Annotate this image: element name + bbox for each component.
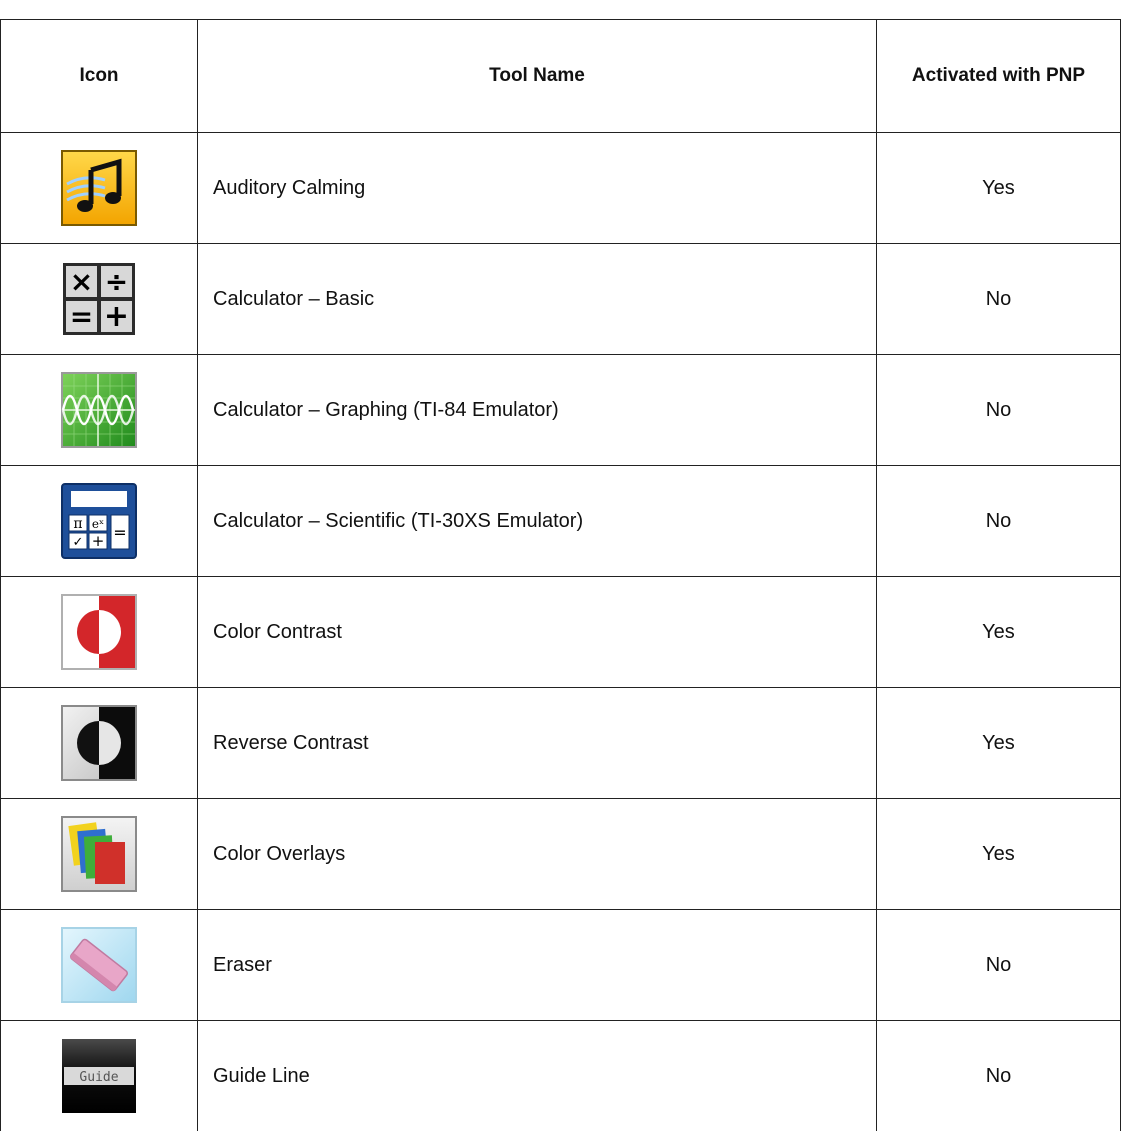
scientific-calculator-icon: π eˣ ✓ + = bbox=[61, 483, 137, 559]
basic-calculator-icon: × ÷ = + bbox=[61, 261, 137, 337]
basic-divide-text: ÷ bbox=[105, 265, 128, 298]
basic-equals-text: = bbox=[70, 300, 93, 333]
header-activated: Activated with PNP bbox=[877, 20, 1121, 133]
basic-times-text: × bbox=[70, 265, 93, 298]
table-row: π eˣ ✓ + = Calculator – Scientific (TI-3… bbox=[1, 466, 1121, 577]
activated-value: Yes bbox=[877, 688, 1121, 799]
activated-value: No bbox=[877, 355, 1121, 466]
tool-name: Reverse Contrast bbox=[198, 688, 877, 799]
tool-name: Calculator – Scientific (TI-30XS Emulato… bbox=[198, 466, 877, 577]
guide-line-icon: Guide bbox=[61, 1038, 137, 1114]
activated-value: Yes bbox=[877, 133, 1121, 244]
scientific-plus-text: + bbox=[92, 532, 105, 550]
tool-name: Eraser bbox=[198, 910, 877, 1021]
tool-name: Color Contrast bbox=[198, 577, 877, 688]
activated-value: No bbox=[877, 466, 1121, 577]
tool-name: Calculator – Basic bbox=[198, 244, 877, 355]
basic-plus-text: + bbox=[104, 299, 129, 334]
activated-value: Yes bbox=[877, 577, 1121, 688]
scientific-pi-text: π bbox=[73, 516, 82, 532]
color-overlays-icon bbox=[61, 816, 137, 892]
tool-name: Color Overlays bbox=[198, 799, 877, 910]
table-row: Color Contrast Yes bbox=[1, 577, 1121, 688]
header-tool-name: Tool Name bbox=[198, 20, 877, 133]
table-row: Eraser No bbox=[1, 910, 1121, 1021]
scientific-ex-text: eˣ bbox=[92, 517, 104, 531]
header-row: Icon Tool Name Activated with PNP bbox=[1, 20, 1121, 133]
tool-name: Calculator – Graphing (TI-84 Emulator) bbox=[198, 355, 877, 466]
table-row: Calculator – Graphing (TI-84 Emulator) N… bbox=[1, 355, 1121, 466]
reverse-contrast-icon bbox=[61, 705, 137, 781]
table-row: Color Overlays Yes bbox=[1, 799, 1121, 910]
eraser-icon bbox=[61, 927, 137, 1003]
tools-table: Icon Tool Name Activated with PNP bbox=[0, 19, 1121, 1131]
activated-value: No bbox=[877, 244, 1121, 355]
table-row: Auditory Calming Yes bbox=[1, 133, 1121, 244]
graphing-calculator-icon bbox=[61, 372, 137, 448]
guide-label-text: Guide bbox=[79, 1070, 118, 1085]
music-note-icon bbox=[61, 150, 137, 226]
activated-value: No bbox=[877, 910, 1121, 1021]
header-icon: Icon bbox=[1, 20, 198, 133]
table-row: × ÷ = + Calculator – Basic No bbox=[1, 244, 1121, 355]
scientific-equals-text: = bbox=[113, 523, 126, 542]
tool-name: Auditory Calming bbox=[198, 133, 877, 244]
activated-value: Yes bbox=[877, 799, 1121, 910]
table-row: Reverse Contrast Yes bbox=[1, 688, 1121, 799]
scientific-check-text: ✓ bbox=[73, 535, 84, 550]
color-contrast-icon bbox=[61, 594, 137, 670]
